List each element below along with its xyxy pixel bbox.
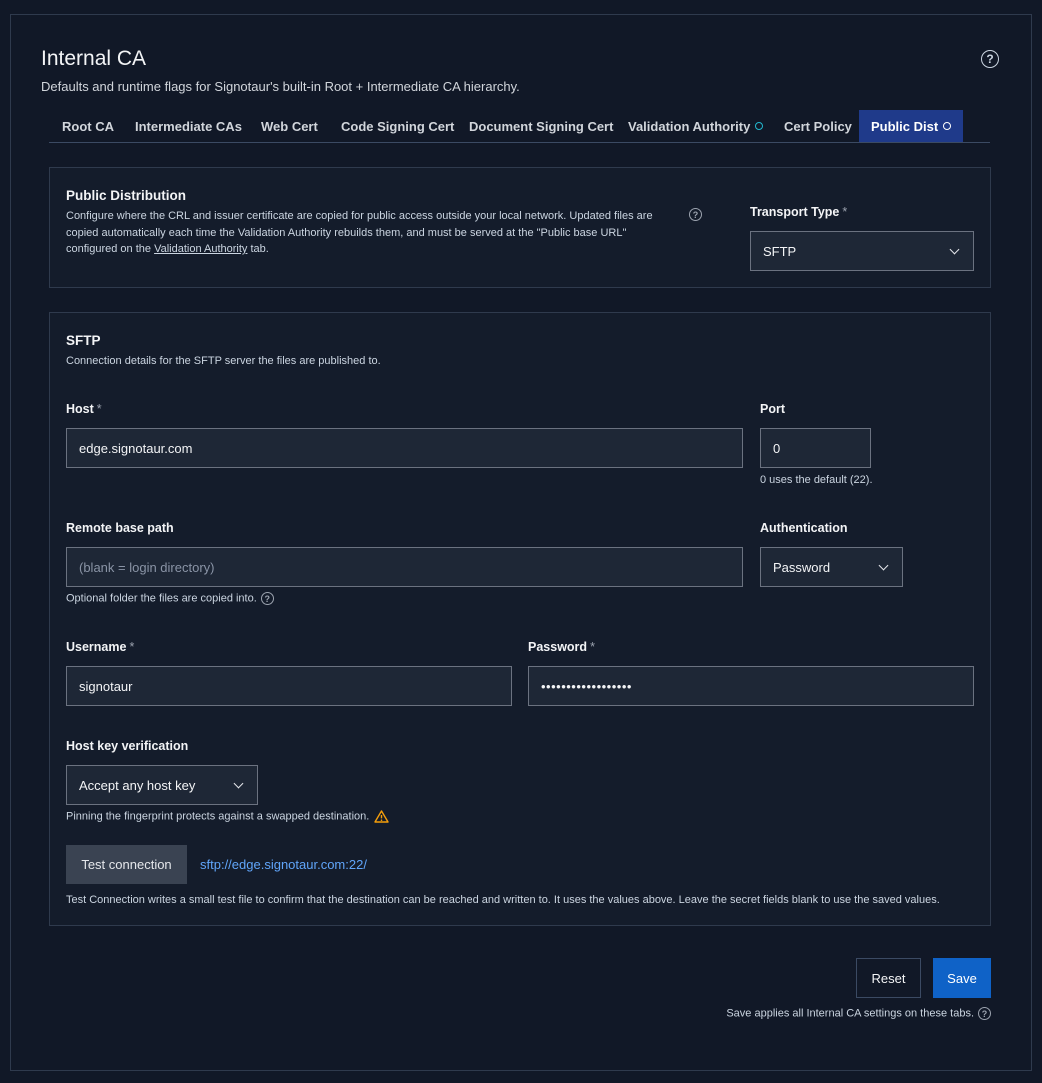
test-connection-button[interactable]: Test connection xyxy=(66,845,187,884)
chevron-down-icon xyxy=(233,778,244,788)
sftp-description: Connection details for the SFTP server t… xyxy=(66,355,381,367)
public-distribution-description: Configure where the CRL and issuer certi… xyxy=(66,210,653,255)
username-input[interactable]: signotaur xyxy=(66,666,512,706)
port-hint: 0 uses the default (22). xyxy=(760,474,873,486)
help-circle-icon[interactable]: ? xyxy=(689,208,702,221)
chevron-down-icon xyxy=(949,244,960,254)
test-connection-note: Test Connection writes a small test file… xyxy=(66,894,940,906)
host-key-verification-select[interactable]: Accept any host key xyxy=(66,765,258,805)
tab-root-ca[interactable]: Root CA xyxy=(62,110,114,142)
password-label: Password * xyxy=(528,640,595,654)
tab-document-signing-cert[interactable]: Document Signing Cert xyxy=(469,110,613,142)
authentication-label: Authentication xyxy=(760,521,848,535)
save-button[interactable]: Save xyxy=(933,958,991,998)
tab-bar: Root CA Intermediate CAs Web Cert Code S… xyxy=(49,110,990,143)
username-label: Username * xyxy=(66,640,135,654)
host-input[interactable]: edge.signotaur.com xyxy=(66,428,743,468)
public-distribution-heading: Public Distribution xyxy=(66,188,186,203)
validation-authority-link[interactable]: Validation Authority xyxy=(154,243,247,255)
port-input[interactable]: 0 xyxy=(760,428,871,468)
transport-type-label: Transport Type * xyxy=(750,205,848,219)
status-dot-icon xyxy=(943,122,952,130)
port-label: Port xyxy=(760,402,785,416)
status-dot-icon xyxy=(755,122,764,130)
chevron-down-icon xyxy=(878,560,889,570)
sftp-panel xyxy=(49,312,991,926)
tab-web-cert[interactable]: Web Cert xyxy=(261,110,318,142)
help-circle-icon[interactable]: ? xyxy=(981,50,999,68)
tab-cert-policy[interactable]: Cert Policy xyxy=(784,110,852,142)
host-key-hint: Pinning the fingerprint protects against… xyxy=(66,810,390,823)
host-label: Host * xyxy=(66,402,102,416)
reset-button[interactable]: Reset xyxy=(856,958,921,998)
transport-type-select[interactable]: SFTP xyxy=(750,231,974,271)
remote-path-hint: Optional folder the files are copied int… xyxy=(66,592,274,605)
tab-validation-authority[interactable]: Validation Authority xyxy=(628,110,764,142)
password-input[interactable]: •••••••••••••••••• xyxy=(528,666,974,706)
tab-public-dist[interactable]: Public Dist xyxy=(859,110,964,142)
page-title: Internal CA xyxy=(41,47,147,70)
tab-intermediate-cas[interactable]: Intermediate CAs xyxy=(135,110,242,142)
help-circle-icon[interactable]: ? xyxy=(260,592,274,605)
remote-path-label: Remote base path xyxy=(66,521,174,535)
remote-path-input[interactable]: (blank = login directory) xyxy=(66,547,743,587)
warning-icon xyxy=(374,810,390,823)
page-subtitle: Defaults and runtime flags for Signotaur… xyxy=(41,79,520,94)
tab-code-signing-cert[interactable]: Code Signing Cert xyxy=(341,110,454,142)
authentication-select[interactable]: Password xyxy=(760,547,903,587)
help-circle-icon[interactable]: ? xyxy=(978,1007,991,1020)
save-note: Save applies all Internal CA settings on… xyxy=(726,1007,991,1020)
sftp-url-link[interactable]: sftp://edge.signotaur.com:22/ xyxy=(200,857,367,872)
sftp-heading: SFTP xyxy=(66,333,101,348)
host-key-verification-label: Host key verification xyxy=(66,739,189,753)
